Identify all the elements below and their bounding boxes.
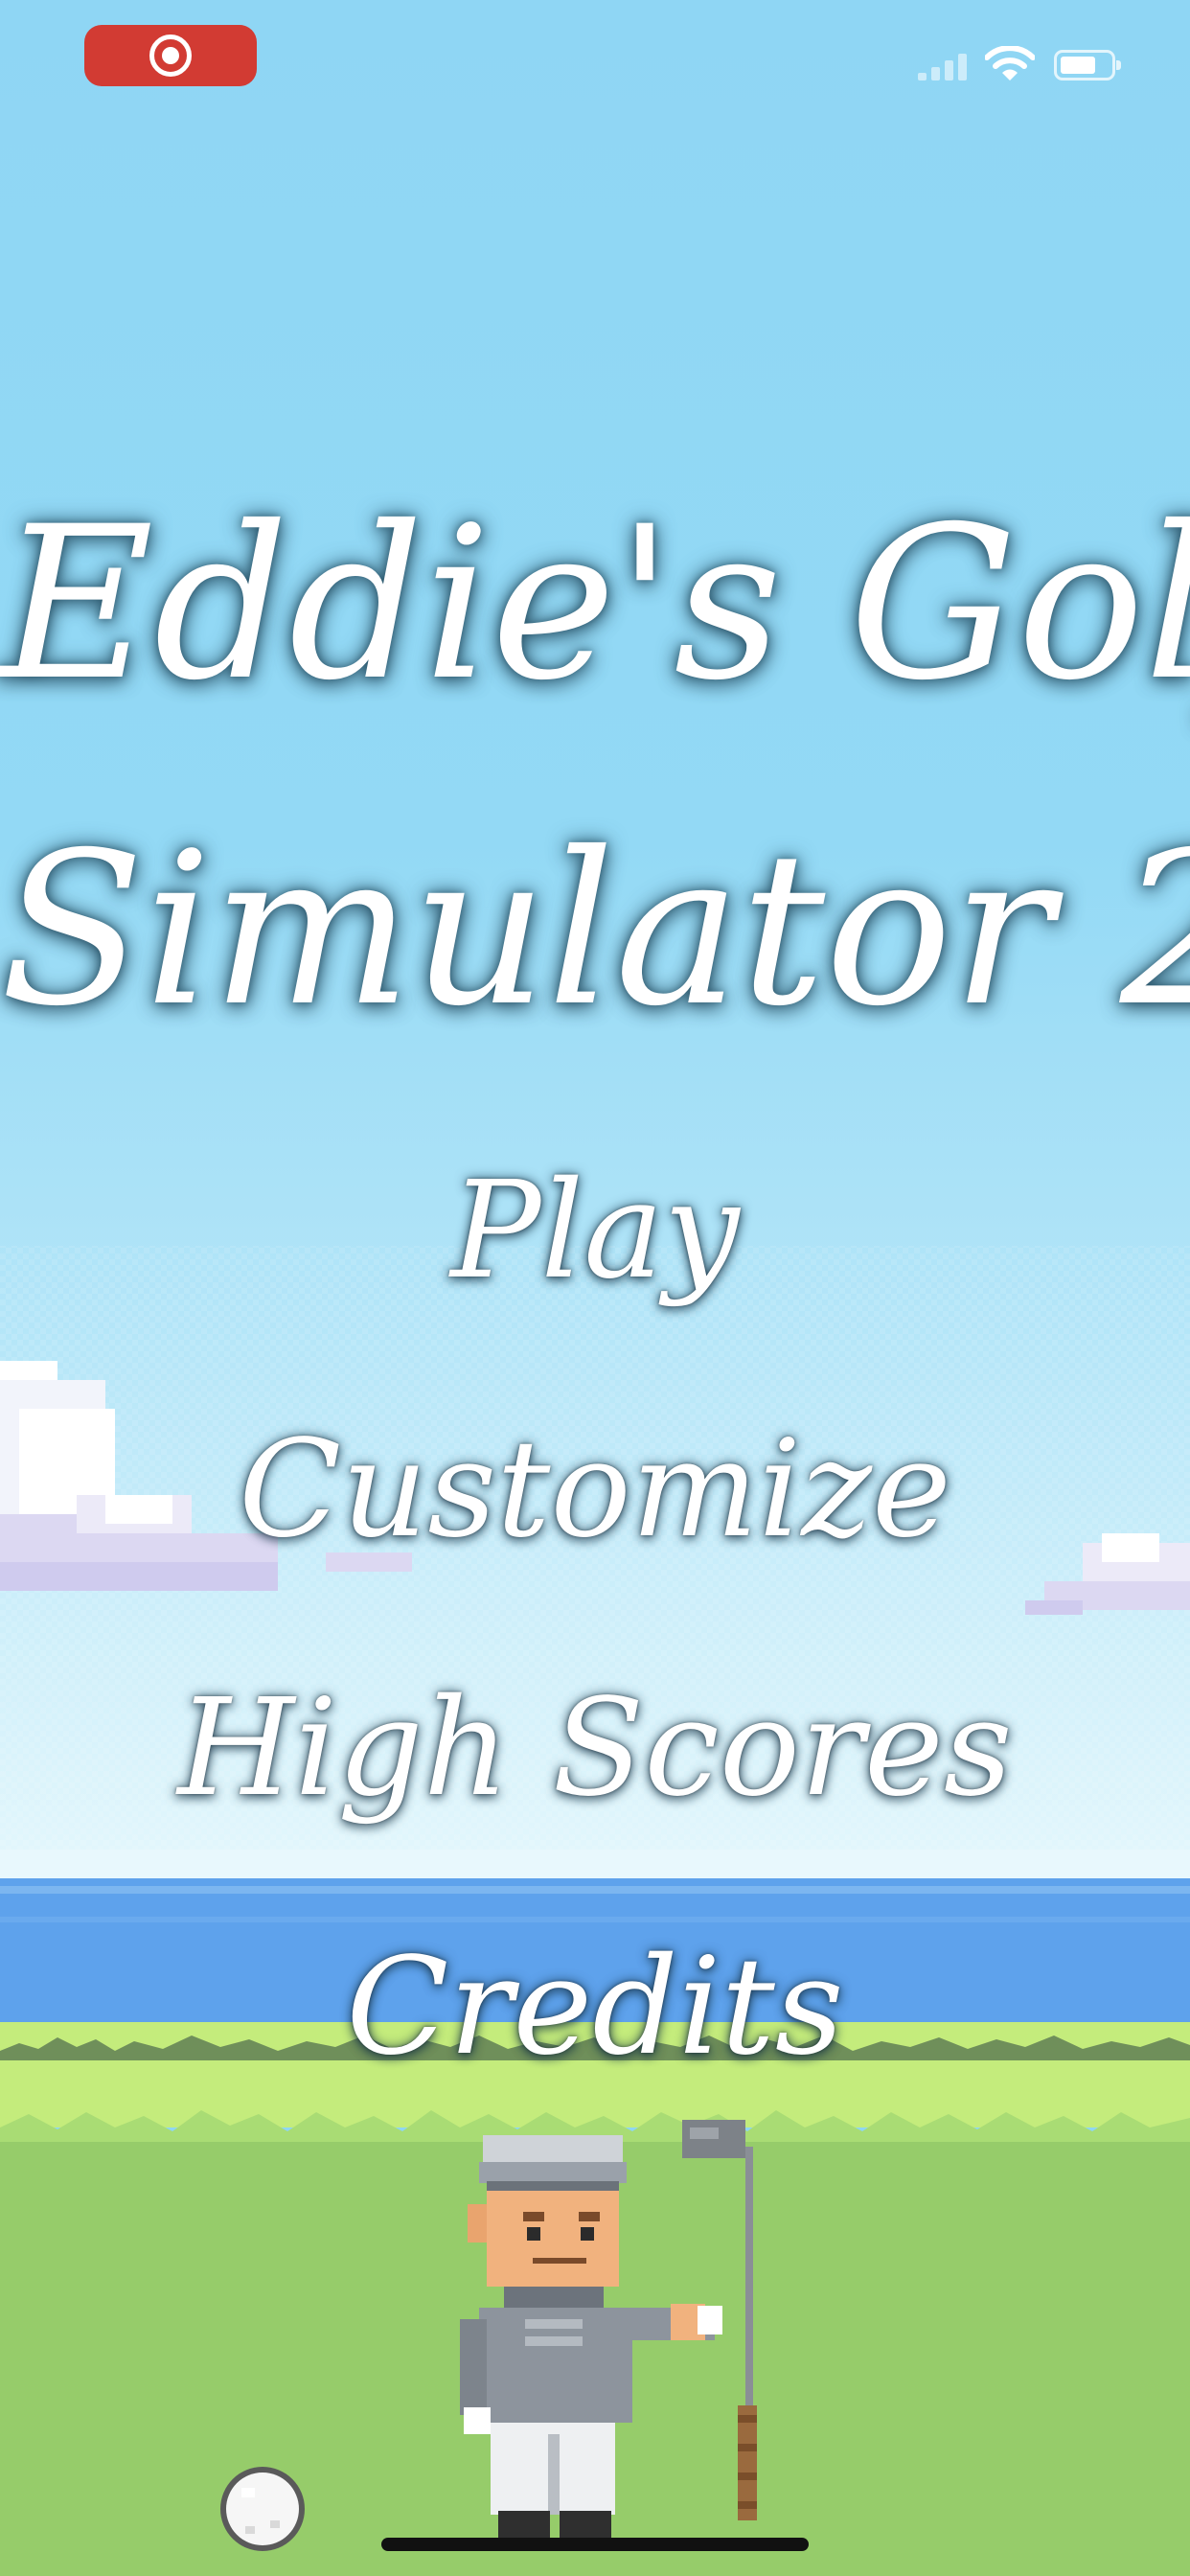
horizon-haze [0, 1850, 1190, 1878]
game-title-line-1: Eddie's Golf [0, 481, 1190, 726]
golf-ball [220, 2467, 305, 2551]
game-screen: Eddie's Golf Simulator 2 Play Customize … [0, 0, 1190, 2576]
water-shine [0, 1886, 1190, 1894]
battery-icon [1054, 50, 1121, 80]
customize-button[interactable]: Customize [0, 1423, 1190, 1557]
status-bar [0, 0, 1190, 115]
credits-button[interactable]: Credits [0, 1941, 1190, 2075]
high-scores-button[interactable]: High Scores [0, 1682, 1190, 1816]
game-title-line-2: Simulator 2 [0, 807, 1190, 1052]
wifi-icon [985, 46, 1035, 80]
screen-recording-indicator[interactable] [84, 25, 257, 86]
water-shine [0, 1917, 1190, 1922]
cellular-signal-icon [918, 52, 972, 80]
home-indicator[interactable] [381, 2538, 809, 2551]
screen-recording-icon [149, 34, 192, 77]
play-button[interactable]: Play [0, 1164, 1190, 1299]
